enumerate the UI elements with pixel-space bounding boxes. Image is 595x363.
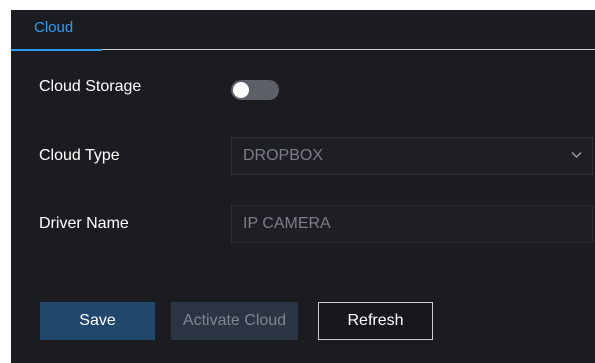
save-button[interactable]: Save bbox=[40, 302, 155, 340]
cloud-storage-toggle[interactable] bbox=[231, 80, 279, 100]
cloud-type-value: DROPBOX bbox=[243, 147, 324, 164]
activate-cloud-button[interactable]: Activate Cloud bbox=[171, 302, 298, 340]
toggle-knob bbox=[233, 82, 249, 98]
cloud-storage-label: Cloud Storage bbox=[39, 78, 142, 95]
driver-name-value: IP CAMERA bbox=[243, 215, 331, 232]
cloud-type-label: Cloud Type bbox=[39, 147, 120, 164]
cloud-type-select[interactable]: DROPBOX bbox=[231, 137, 593, 175]
cloud-settings-panel: Cloud Cloud Storage Cloud Type DROPBOX D… bbox=[11, 10, 595, 363]
driver-name-label: Driver Name bbox=[39, 215, 129, 232]
chevron-down-icon bbox=[571, 152, 582, 158]
driver-name-input[interactable]: IP CAMERA bbox=[231, 205, 593, 243]
tab-bar: Cloud bbox=[11, 10, 595, 51]
tab-cloud[interactable]: Cloud bbox=[11, 10, 102, 51]
refresh-button[interactable]: Refresh bbox=[318, 302, 433, 340]
